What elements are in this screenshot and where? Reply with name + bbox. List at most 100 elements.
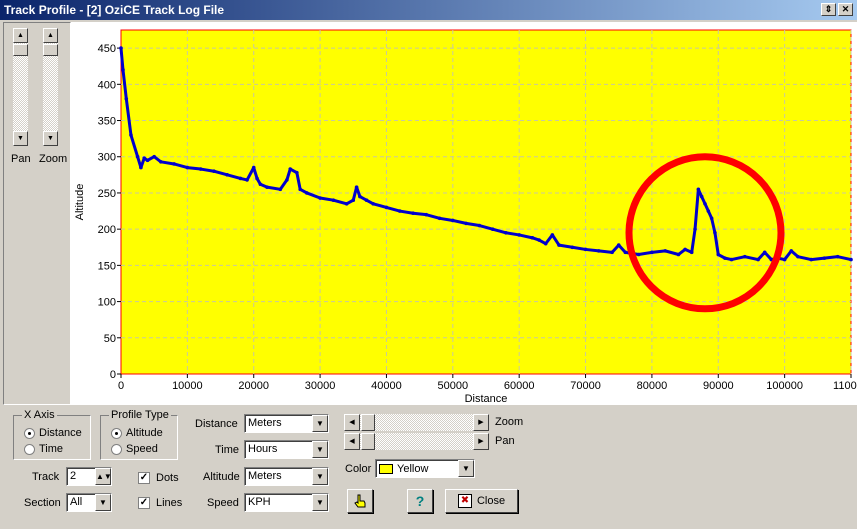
close-button[interactable]: ✖ Close xyxy=(445,489,518,513)
spinner-arrows-icon[interactable]: ▲▼ xyxy=(95,468,112,485)
zoom-scroll-up-arrow-icon[interactable]: ▲ xyxy=(43,28,58,43)
y-axis-title: Altitude xyxy=(74,184,86,221)
x-tick-label: 40000 xyxy=(371,380,402,392)
x-axis-time-radio[interactable]: Time xyxy=(24,443,63,455)
section-value: All xyxy=(70,496,83,508)
chevron-down-icon[interactable]: ▼ xyxy=(312,415,328,432)
color-swatch xyxy=(379,463,393,474)
zoom-scroll-down-arrow-icon[interactable]: ▼ xyxy=(43,131,58,146)
altitude-data-point xyxy=(265,185,269,189)
x-tick-label: 70000 xyxy=(570,380,601,392)
zoom-scroll-thumb[interactable] xyxy=(361,414,375,431)
pan-vertical-scrollbar[interactable]: ▲ ▼ xyxy=(12,27,29,147)
pan-scroll-thumb[interactable] xyxy=(361,433,375,450)
distance-unit-label: Distance xyxy=(195,418,238,430)
chevron-down-icon[interactable]: ▼ xyxy=(312,494,328,511)
altitude-data-point xyxy=(796,254,800,259)
color-value: Yellow xyxy=(397,462,429,475)
zoom-horizontal-scrollbar[interactable]: ◀ ▶ xyxy=(344,414,489,431)
speed-unit-select[interactable]: KPH ▼ xyxy=(244,493,329,512)
pointer-tool-button[interactable] xyxy=(347,489,373,513)
pan-horizontal-scrollbar[interactable]: ◀ ▶ xyxy=(344,433,489,450)
restore-button[interactable]: ⇕ xyxy=(821,3,836,16)
profile-speed-radio[interactable]: Speed xyxy=(111,443,158,455)
altitude-data-point xyxy=(145,158,150,163)
close-window-button[interactable]: ✕ xyxy=(838,3,853,16)
pan-label: Pan xyxy=(11,153,31,165)
altitude-unit-select[interactable]: Meters ▼ xyxy=(244,467,329,486)
altitude-data-point xyxy=(451,218,455,223)
y-tick-label: 0 xyxy=(110,369,116,381)
section-select[interactable]: All ▼ xyxy=(66,493,112,512)
scroll-left-arrow-icon[interactable]: ◀ xyxy=(344,414,360,431)
window-title: Track Profile - [2] OziCE Track Log File xyxy=(4,3,225,17)
hand-pointer-icon xyxy=(354,494,366,508)
altitude-data-point xyxy=(172,162,176,166)
altitude-data-point xyxy=(255,176,259,181)
altitude-data-point xyxy=(288,167,293,171)
altitude-data-point xyxy=(129,133,133,137)
altitude-data-point xyxy=(124,97,129,101)
color-select[interactable]: Yellow ▼ xyxy=(375,459,475,478)
y-tick-label: 100 xyxy=(98,297,116,309)
pan-scroll-up-arrow-icon[interactable]: ▲ xyxy=(13,28,28,43)
chevron-down-icon[interactable]: ▼ xyxy=(458,460,474,477)
zoom-scroll-thumb[interactable] xyxy=(43,44,58,56)
scroll-left-arrow-icon[interactable]: ◀ xyxy=(344,433,360,450)
chevron-down-icon[interactable]: ▼ xyxy=(312,468,328,485)
altitude-data-point xyxy=(159,160,163,164)
altitude-data-point xyxy=(152,154,156,159)
speed-unit-label: Speed xyxy=(207,497,239,509)
altitude-data-point xyxy=(397,209,402,213)
y-tick-label: 150 xyxy=(98,260,116,272)
y-tick-label: 450 xyxy=(98,43,116,55)
question-mark-icon: ? xyxy=(415,493,425,509)
altitude-data-point xyxy=(258,182,263,187)
dots-checkbox[interactable]: ✓ Dots xyxy=(138,472,179,484)
altitude-data-point xyxy=(713,230,717,235)
x-axis-distance-radio[interactable]: Distance xyxy=(24,427,82,439)
distance-unit-value: Meters xyxy=(248,417,282,429)
radio-dot-icon xyxy=(111,443,122,455)
chevron-down-icon[interactable]: ▼ xyxy=(95,494,111,511)
altitude-data-point xyxy=(331,198,336,202)
scroll-right-arrow-icon[interactable]: ▶ xyxy=(473,414,489,431)
zoom-vertical-scrollbar[interactable]: ▲ ▼ xyxy=(42,27,59,147)
altitude-data-point xyxy=(364,198,369,202)
track-value: 2 xyxy=(70,470,77,482)
altitude-data-point xyxy=(278,187,283,192)
pan-scroll-down-arrow-icon[interactable]: ▼ xyxy=(13,131,28,146)
track-spinner[interactable]: 2 ▲▼ xyxy=(66,467,112,486)
radio-dot-icon xyxy=(111,427,122,439)
altitude-data-point xyxy=(411,211,415,216)
altitude-data-point xyxy=(354,185,359,189)
x-axis-group-title: X Axis xyxy=(22,409,57,421)
altitude-data-point xyxy=(142,156,147,160)
altitude-data-point xyxy=(789,249,794,253)
altitude-data-point xyxy=(550,233,555,237)
scroll-right-arrow-icon[interactable]: ▶ xyxy=(473,433,489,450)
altitude-data-point xyxy=(557,243,561,247)
altitude-data-point xyxy=(295,170,299,175)
altitude-data-point xyxy=(251,165,256,170)
altitude-data-point xyxy=(351,198,356,202)
help-button[interactable]: ? xyxy=(407,489,433,513)
altitude-data-point xyxy=(835,254,840,259)
x-tick-label: 50000 xyxy=(438,380,469,392)
chevron-down-icon[interactable]: ▼ xyxy=(312,441,328,458)
altitude-data-point xyxy=(437,216,442,221)
x-tick-label: 80000 xyxy=(637,380,668,392)
distance-unit-select[interactable]: Meters ▼ xyxy=(244,414,329,433)
profile-altitude-radio[interactable]: Altitude xyxy=(111,427,163,439)
profile-speed-label: Speed xyxy=(126,443,158,455)
pan-scroll-thumb[interactable] xyxy=(13,44,28,56)
altitude-data-point xyxy=(185,165,190,170)
altitude-unit-label: Altitude xyxy=(203,471,240,483)
color-label: Color xyxy=(345,463,372,475)
altitude-data-point xyxy=(743,254,747,259)
lines-checkbox[interactable]: ✓ Lines xyxy=(138,497,182,509)
track-label: Track xyxy=(32,471,60,483)
time-unit-select[interactable]: Hours ▼ xyxy=(244,440,329,459)
profile-altitude-label: Altitude xyxy=(126,427,163,439)
altitude-data-point xyxy=(504,230,508,235)
